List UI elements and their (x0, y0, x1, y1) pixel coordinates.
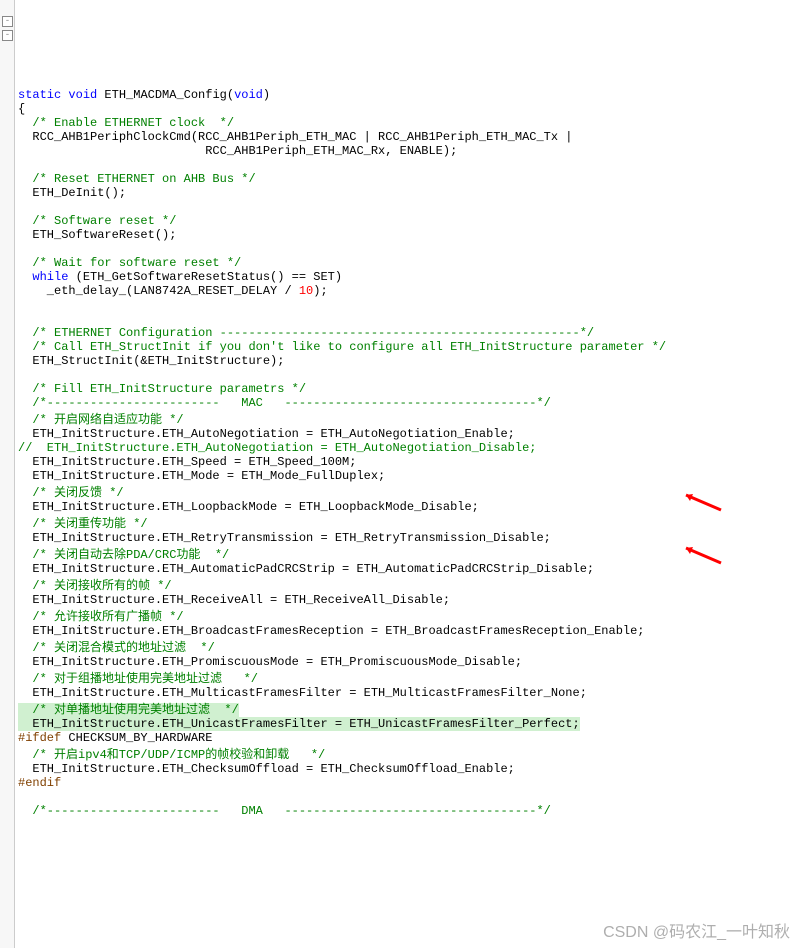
code-comment: /*------------------------ DMA ---------… (18, 804, 551, 818)
code-line: { (18, 102, 25, 116)
code-comment: /* Wait for software reset */ (18, 256, 241, 270)
code-comment: /* Enable ETHERNET clock */ (18, 116, 234, 130)
code-line: ETH_SoftwareReset(); (18, 228, 176, 242)
code-comment: /*------------------------ MAC ---------… (18, 396, 551, 410)
code-line: ETH_InitStructure.ETH_PromiscuousMode = … (18, 655, 522, 669)
code-line: ETH_InitStructure.ETH_ReceiveAll = ETH_R… (18, 593, 450, 607)
fold-gutter: - - (0, 0, 15, 948)
code-line: _eth_delay_(LAN8742A_RESET_DELAY / 10); (18, 284, 328, 298)
code-line: RCC_AHB1Periph_ETH_MAC_Rx, ENABLE); (18, 144, 457, 158)
code-comment: /* 允许接收所有广播帧 */ (18, 610, 184, 624)
code-comment: /* 开启ipv4和TCP/UDP/ICMP的帧校验和卸载 */ (18, 748, 325, 762)
code-comment: /* 关闭反馈 */ (18, 486, 124, 500)
code-comment: /* Software reset */ (18, 214, 176, 228)
code-comment: /* 对单播地址使用完美地址过滤 */ (18, 703, 239, 717)
fold-marker[interactable]: - (2, 16, 13, 27)
code-comment: /* ETHERNET Configuration --------------… (18, 326, 594, 340)
code-comment: /* 关闭接收所有的帧 */ (18, 579, 172, 593)
code-comment: /* Call ETH_StructInit if you don't like… (18, 340, 666, 354)
code-line: ETH_InitStructure.ETH_Mode = ETH_Mode_Fu… (18, 469, 385, 483)
code-comment: /* 开启网络自适应功能 */ (18, 413, 184, 427)
code-line: ETH_InitStructure.ETH_BroadcastFramesRec… (18, 624, 645, 638)
code-line: ETH_InitStructure.ETH_AutomaticPadCRCStr… (18, 562, 594, 576)
code-line: ETH_InitStructure.ETH_LoopbackMode = ETH… (18, 500, 479, 514)
fold-marker[interactable]: - (2, 30, 13, 41)
code-line: ETH_InitStructure.ETH_ChecksumOffload = … (18, 762, 515, 776)
code-line: ETH_DeInit(); (18, 186, 126, 200)
code-line: ETH_InitStructure.ETH_MulticastFramesFil… (18, 686, 587, 700)
code-comment: /* 关闭重传功能 */ (18, 517, 148, 531)
code-line: #endif (18, 776, 61, 790)
code-line: ETH_InitStructure.ETH_Speed = ETH_Speed_… (18, 455, 356, 469)
code-line: ETH_StructInit(&ETH_InitStructure); (18, 354, 284, 368)
code-comment: // ETH_InitStructure.ETH_AutoNegotiation… (18, 441, 536, 455)
code-comment: /* 关闭混合模式的地址过滤 */ (18, 641, 215, 655)
annotation-arrow-icon (681, 543, 723, 565)
code-line: while (ETH_GetSoftwareResetStatus() == S… (18, 270, 342, 284)
code-line: ETH_InitStructure.ETH_AutoNegotiation = … (18, 427, 515, 441)
code-comment: /* Fill ETH_InitStructure parametrs */ (18, 382, 306, 396)
code-line: ETH_InitStructure.ETH_UnicastFramesFilte… (18, 717, 580, 731)
code-line: #ifdef CHECKSUM_BY_HARDWARE (18, 731, 212, 745)
code-line: ETH_InitStructure.ETH_RetryTransmission … (18, 531, 551, 545)
code-line: static void ETH_MACDMA_Config(void) (18, 88, 270, 102)
watermark-text: CSDN @码农江_一叶知秋 (603, 918, 790, 942)
code-comment: /* Reset ETHERNET on AHB Bus */ (18, 172, 256, 186)
annotation-arrow-icon (681, 490, 723, 512)
code-comment: /* 对于组播地址使用完美地址过滤 */ (18, 672, 258, 686)
code-line: RCC_AHB1PeriphClockCmd(RCC_AHB1Periph_ET… (18, 130, 573, 144)
code-comment: /* 关闭自动去除PDA/CRC功能 */ (18, 548, 229, 562)
